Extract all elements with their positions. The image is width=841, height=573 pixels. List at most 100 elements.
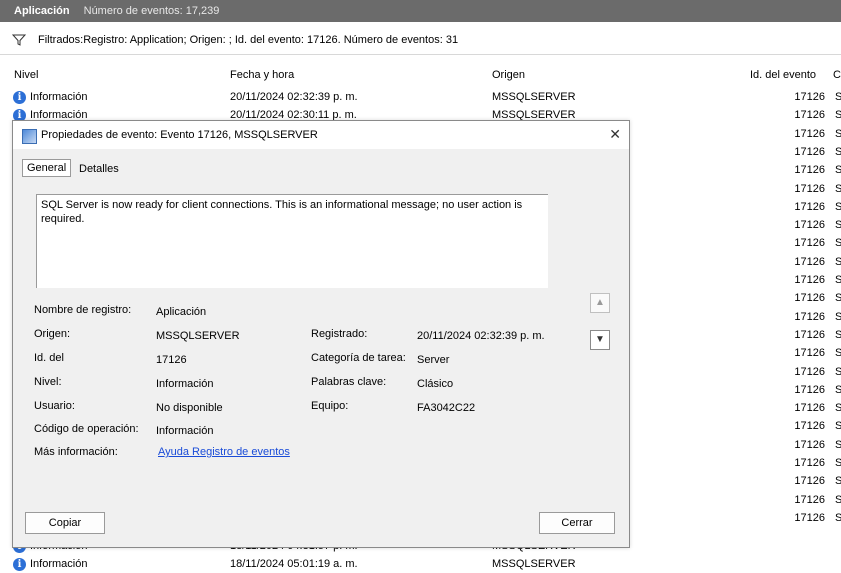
- row-level: Información: [30, 91, 88, 103]
- extra-cell: S: [835, 310, 841, 323]
- event-id-cell: 17126: [794, 420, 825, 433]
- column-datetime[interactable]: Fecha y hora: [230, 69, 294, 81]
- computer-value: FA3042C22: [417, 402, 476, 414]
- arrow-up-icon[interactable]: ▲: [590, 293, 610, 313]
- row-datetime: 20/11/2024 02:32:39 p. m.: [230, 91, 358, 103]
- extra-cell: S: [835, 182, 841, 195]
- filter-text: Filtrados:Registro: Application; Origen:…: [38, 34, 459, 46]
- row-datetime: 18/11/2024 05:01:19 a. m.: [230, 558, 358, 570]
- table-row[interactable]: i Información 20/11/2024 02:32:39 p. m. …: [0, 88, 841, 106]
- event-id-cell: 17126: [794, 511, 825, 524]
- column-level[interactable]: Nivel: [14, 69, 38, 81]
- extra-cell: S: [835, 365, 841, 378]
- dialog-titlebar[interactable]: Propiedades de evento: Evento 17126, MSS…: [13, 121, 629, 149]
- event-count: Número de eventos: 17,239: [83, 5, 220, 17]
- event-id-cell: 17126: [794, 182, 825, 195]
- table-row[interactable]: i Información 18/11/2024 05:01:19 a. m. …: [0, 555, 841, 573]
- extra-cell: S: [835, 91, 841, 103]
- extra-cell: S: [835, 109, 841, 122]
- extra-cell: S: [835, 145, 841, 158]
- close-button[interactable]: Cerrar: [539, 512, 615, 534]
- event-id-cell: 17126: [794, 145, 825, 158]
- task-category-value: Server: [417, 354, 450, 366]
- extra-cell: S: [835, 475, 841, 488]
- copy-button[interactable]: Copiar: [25, 512, 105, 534]
- extra-cell: S: [835, 274, 841, 286]
- extra-cell: S: [835, 127, 841, 140]
- extra-cell: S: [835, 511, 841, 524]
- row-level: Información: [30, 558, 88, 570]
- event-id-cell: 17126: [794, 493, 825, 506]
- info-icon: i: [13, 558, 26, 571]
- event-id-label: Id. del: [34, 352, 64, 364]
- event-properties-dialog: Propiedades de evento: Evento 17126, MSS…: [12, 120, 630, 548]
- log-name: Aplicación: [14, 5, 70, 17]
- event-message[interactable]: SQL Server is now ready for client conne…: [36, 194, 548, 288]
- extra-cell: S: [835, 420, 841, 433]
- extra-cell: S: [835, 255, 841, 268]
- level-label: Nivel:: [34, 376, 62, 388]
- event-id-cell: 17126: [794, 164, 825, 177]
- column-source[interactable]: Origen: [492, 69, 525, 81]
- event-id-cell: 17126: [794, 237, 825, 250]
- log-name-value: Aplicación: [156, 306, 207, 318]
- event-id-cell: 17126: [794, 328, 825, 341]
- extra-cell: S: [835, 328, 841, 341]
- event-id-cell: 17126: [794, 274, 825, 286]
- close-icon[interactable]: ✕: [609, 126, 621, 143]
- event-id-cell: 17126: [794, 255, 825, 268]
- event-id-cell: 17126: [794, 109, 825, 122]
- computer-label: Equipo:: [311, 400, 349, 412]
- column-extra[interactable]: C: [833, 69, 841, 81]
- extra-cell: S: [835, 292, 841, 305]
- column-event-id[interactable]: Id. del evento: [750, 69, 816, 81]
- event-id-cell: 17126: [794, 127, 825, 140]
- logged-value: 20/11/2024 02:32:39 p. m.: [417, 330, 545, 342]
- extra-cell: S: [835, 402, 841, 415]
- extra-cell: S: [835, 347, 841, 360]
- event-id-cell: 17126: [794, 457, 825, 469]
- info-icon: i: [13, 91, 26, 104]
- opcode-value: Información: [156, 425, 214, 437]
- event-id-cell: 17126: [794, 219, 825, 232]
- log-name-label: Nombre de registro:: [34, 304, 132, 316]
- event-id-cell: 17126: [794, 438, 825, 451]
- more-info-label: Más información:: [34, 446, 118, 458]
- extra-cell: S: [835, 164, 841, 177]
- tab-general[interactable]: General: [22, 159, 72, 177]
- event-id-cell: 17126: [794, 91, 825, 103]
- event-id-cell: 17126: [794, 292, 825, 305]
- extra-cell: S: [835, 383, 841, 396]
- row-source: MSSQLSERVER: [492, 558, 576, 570]
- event-viewer-icon: [22, 129, 37, 144]
- extra-cell: S: [835, 237, 841, 250]
- source-label: Origen:: [34, 328, 71, 340]
- source-value: MSSQLSERVER: [156, 330, 240, 342]
- logged-label: Registrado:: [311, 328, 368, 340]
- event-id-cell: 17126: [794, 365, 825, 378]
- keywords-label: Palabras clave:: [311, 376, 387, 388]
- extra-cell: S: [835, 200, 841, 213]
- arrow-down-icon[interactable]: ▼: [590, 330, 610, 350]
- extra-cell: S: [835, 493, 841, 506]
- event-id-cell: 17126: [794, 200, 825, 213]
- dialog-title: Propiedades de evento: Evento 17126, MSS…: [41, 129, 318, 141]
- row-source: MSSQLSERVER: [492, 91, 576, 103]
- level-value: Información: [156, 378, 214, 390]
- user-value: No disponible: [156, 402, 223, 414]
- keywords-value: Clásico: [417, 378, 454, 390]
- filter-bar: Filtrados:Registro: Application; Origen:…: [0, 26, 841, 55]
- opcode-label: Código de operación:: [34, 423, 139, 435]
- event-id-value: 17126: [156, 354, 187, 366]
- event-id-cell: 17126: [794, 310, 825, 323]
- event-id-cell: 17126: [794, 402, 825, 415]
- extra-cell: S: [835, 438, 841, 451]
- more-info-link[interactable]: Ayuda Registro de eventos: [158, 446, 290, 458]
- event-id-cell: 17126: [794, 347, 825, 360]
- event-id-cell: 17126: [794, 475, 825, 488]
- extra-cell: S: [835, 219, 841, 232]
- user-label: Usuario:: [34, 400, 75, 412]
- filter-icon: [12, 34, 26, 46]
- tab-details[interactable]: Detalles: [79, 163, 119, 175]
- extra-cell: S: [835, 457, 841, 469]
